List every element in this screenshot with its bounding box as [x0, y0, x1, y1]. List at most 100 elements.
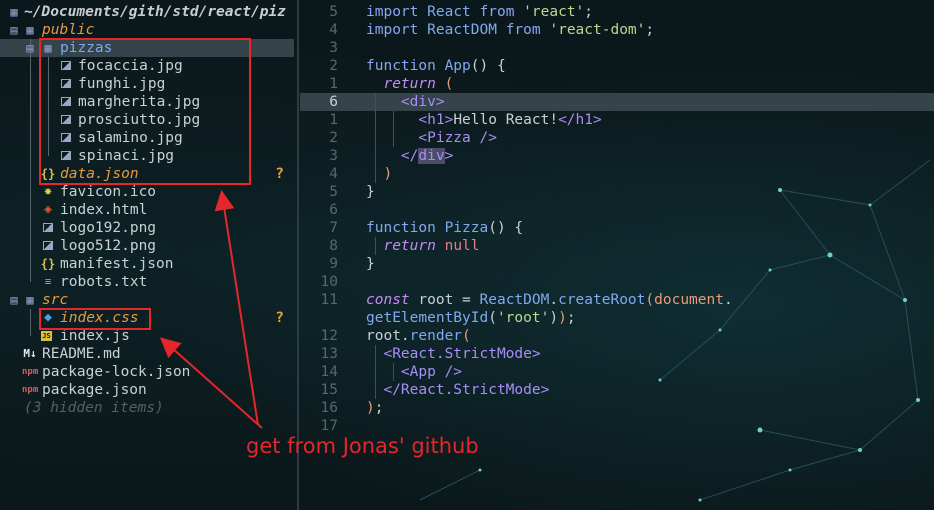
line-number: 2	[329, 58, 338, 74]
tree-item-file[interactable]: salamino.jpg	[0, 129, 294, 147]
tree-item-label: salamino.jpg	[78, 130, 183, 146]
code-token: function	[366, 220, 436, 236]
indent-guide	[30, 93, 31, 111]
tree-item-label: pizzas	[60, 40, 113, 56]
tree-item-label: data.json	[60, 166, 139, 182]
code-line: <React.StrictMode>	[366, 345, 541, 363]
code-token: <div>	[400, 94, 445, 110]
line-number: 1	[329, 76, 338, 92]
tree-item-index-css[interactable]: ◆ index.css ?	[0, 309, 294, 327]
tree-item-label: prosciutto.jpg	[78, 112, 201, 128]
code-line: <App />	[366, 363, 462, 381]
code-line: import ReactDOM from 'react-dom';	[366, 22, 655, 38]
tree-item-file[interactable]: spinaci.jpg	[0, 147, 294, 165]
code-line: return (	[383, 76, 454, 92]
code-token: <h1>	[418, 112, 454, 128]
code-token: <App />	[400, 364, 463, 380]
tree-item-data-json[interactable]: {} data.json ?	[0, 165, 294, 183]
line-number-current: 6	[329, 94, 338, 110]
indent-guide	[30, 111, 31, 129]
npm-file-icon: npm	[22, 367, 39, 377]
indent-guide	[30, 201, 31, 219]
tree-item-file[interactable]: logo512.png	[0, 237, 294, 255]
folder-icon: ▦	[44, 41, 52, 55]
code-line: }	[366, 184, 375, 200]
code-token: import	[366, 4, 419, 20]
code-token: React	[427, 4, 471, 20]
tree-item-label: focaccia.jpg	[78, 58, 183, 74]
indent-guide	[30, 327, 31, 336]
image-file-icon	[61, 151, 71, 160]
tree-item-file[interactable]: margherita.jpg	[0, 93, 294, 111]
line-number: 5	[329, 184, 338, 200]
tree-item-label: package.json	[42, 382, 147, 398]
code-line: }	[366, 256, 375, 272]
tree-hidden-items[interactable]: (3 hidden items)	[0, 399, 294, 417]
image-file-icon	[61, 97, 71, 106]
folder-icon: ▦	[26, 23, 34, 37]
tree-item-file[interactable]: prosciutto.jpg	[0, 111, 294, 129]
image-file-icon	[61, 115, 71, 124]
code-token: return	[383, 76, 436, 92]
code-token: ReactDOM	[479, 292, 550, 308]
indent-guide	[30, 183, 31, 201]
image-file-icon	[61, 133, 71, 142]
git-untracked-badge: ?	[275, 166, 284, 182]
tree-item-file[interactable]: ◈ index.html	[0, 201, 294, 219]
tree-item-label: public	[42, 22, 95, 38]
tree-item-file[interactable]: funghi.jpg	[0, 75, 294, 93]
indent-guide	[48, 93, 49, 111]
indent-guide	[48, 147, 49, 156]
tree-item-label: manifest.json	[60, 256, 174, 272]
line-number: 6	[329, 202, 338, 218]
indent-guide	[30, 147, 31, 165]
tree-item-file[interactable]: M↓ README.md	[0, 345, 294, 363]
js-file-icon: JS	[41, 331, 52, 341]
code-token: root	[366, 328, 401, 344]
line-number: 4	[329, 22, 338, 38]
code-token: getElementById	[366, 310, 489, 326]
code-line: </div>	[366, 147, 453, 165]
code-line: getElementById('root'));	[366, 310, 576, 326]
code-token: null	[444, 238, 480, 254]
tree-item-label: funghi.jpg	[78, 76, 166, 92]
code-token: render	[409, 328, 463, 344]
tree-item-file[interactable]: {} manifest.json	[0, 255, 294, 273]
code-token: <React.StrictMode>	[383, 346, 541, 362]
tree-item-label: src	[42, 292, 69, 308]
tree-item-file[interactable]: ✸ favicon.ico	[0, 183, 294, 201]
tree-item-file[interactable]: ≡ robots.txt	[0, 273, 294, 291]
folder-open-icon: ▦	[10, 5, 18, 19]
tree-item-pizzas[interactable]: ▤ ▦ pizzas	[0, 39, 294, 57]
tree-root-path-row[interactable]: ▦ ~/Documents/gith/std/react/piz	[0, 3, 294, 21]
tree-item-file[interactable]: JS index.js	[0, 327, 294, 345]
tree-item-file[interactable]: npm package.json	[0, 381, 294, 399]
text-file-icon: ≡	[44, 275, 52, 288]
code-token: Hello React!	[453, 112, 559, 128]
code-token: ReactDOM	[427, 22, 497, 38]
line-number: 16	[320, 400, 338, 416]
tree-item-file[interactable]: focaccia.jpg	[0, 57, 294, 75]
code-line: <div>	[366, 93, 445, 111]
indent-guide	[48, 75, 49, 93]
code-token: document	[654, 292, 724, 308]
line-number: 7	[329, 220, 338, 236]
tree-item-file[interactable]: logo192.png	[0, 219, 294, 237]
indent-guide	[30, 237, 31, 255]
code-token: </h1>	[558, 112, 602, 128]
markdown-file-icon: M↓	[23, 347, 37, 360]
code-token: from	[505, 22, 541, 38]
code-token: 'root'	[496, 310, 550, 326]
code-token: <Pizza />	[418, 130, 497, 146]
image-file-icon	[43, 223, 53, 232]
tree-item-public[interactable]: ▤ ▦ public	[0, 21, 294, 39]
tree-item-file[interactable]: npm package-lock.json	[0, 363, 294, 381]
tree-item-label: favicon.ico	[60, 184, 157, 200]
code-token: Pizza	[444, 220, 489, 236]
code-line: );	[366, 400, 384, 416]
css-file-icon: ◆	[44, 310, 52, 325]
tree-root-path: ~/Documents/gith/std/react/piz	[24, 4, 286, 20]
tree-item-src[interactable]: ▤ ▦ src	[0, 291, 294, 309]
image-file-icon	[43, 241, 53, 250]
indent-guide	[30, 219, 31, 237]
